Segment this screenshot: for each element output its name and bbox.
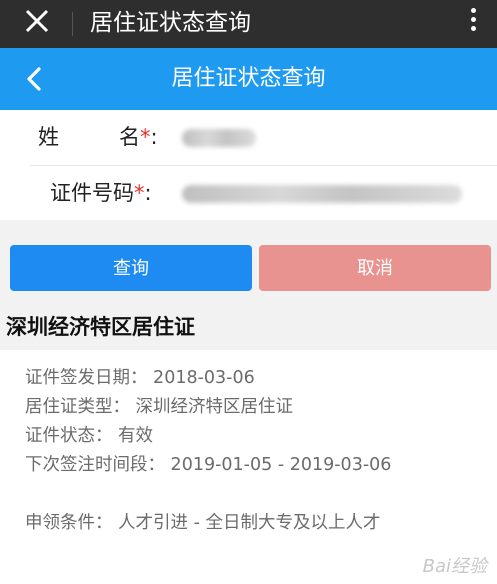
- cancel-button[interactable]: 取消: [259, 245, 491, 291]
- eligibility: 申领条件： 人才引进 - 全日制大专及以上人才: [25, 513, 381, 533]
- id-number-label: 证件号码*:: [50, 181, 152, 205]
- close-icon[interactable]: [22, 6, 54, 38]
- result-section-title: 深圳经济特区居住证: [6, 315, 195, 339]
- watermark-logo: Bai经验: [422, 556, 487, 577]
- wechat-page-title: 居住证状态查询: [90, 10, 251, 36]
- name-label: 姓名*:: [38, 125, 158, 149]
- next-renewal-period: 下次签注时间段： 2019-01-05 - 2019-03-06: [25, 455, 392, 475]
- query-form: 姓名*: 证件号码*:: [0, 110, 497, 220]
- more-icon[interactable]: [467, 4, 479, 40]
- page-title: 居住证状态查询: [171, 66, 326, 91]
- query-button[interactable]: 查询: [10, 245, 252, 291]
- id-number-row: 证件号码*:: [30, 165, 497, 220]
- app-header: 居住证状态查询: [0, 48, 497, 110]
- bar-divider: [72, 12, 73, 36]
- permit-type: 居住证类型： 深圳经济特区居住证: [25, 397, 294, 417]
- result-card: 证件签发日期： 2018-03-06 居住证类型： 深圳经济特区居住证 证件状态…: [0, 350, 497, 584]
- issue-date: 证件签发日期： 2018-03-06: [25, 368, 255, 388]
- name-row: 姓名*:: [0, 110, 497, 165]
- required-mark: *: [134, 181, 145, 205]
- permit-status: 证件状态： 有效: [25, 426, 154, 446]
- wechat-top-bar: 居住证状态查询: [0, 0, 497, 48]
- required-mark: *: [140, 125, 151, 149]
- id-number-input[interactable]: [182, 185, 462, 203]
- name-input[interactable]: [182, 129, 256, 147]
